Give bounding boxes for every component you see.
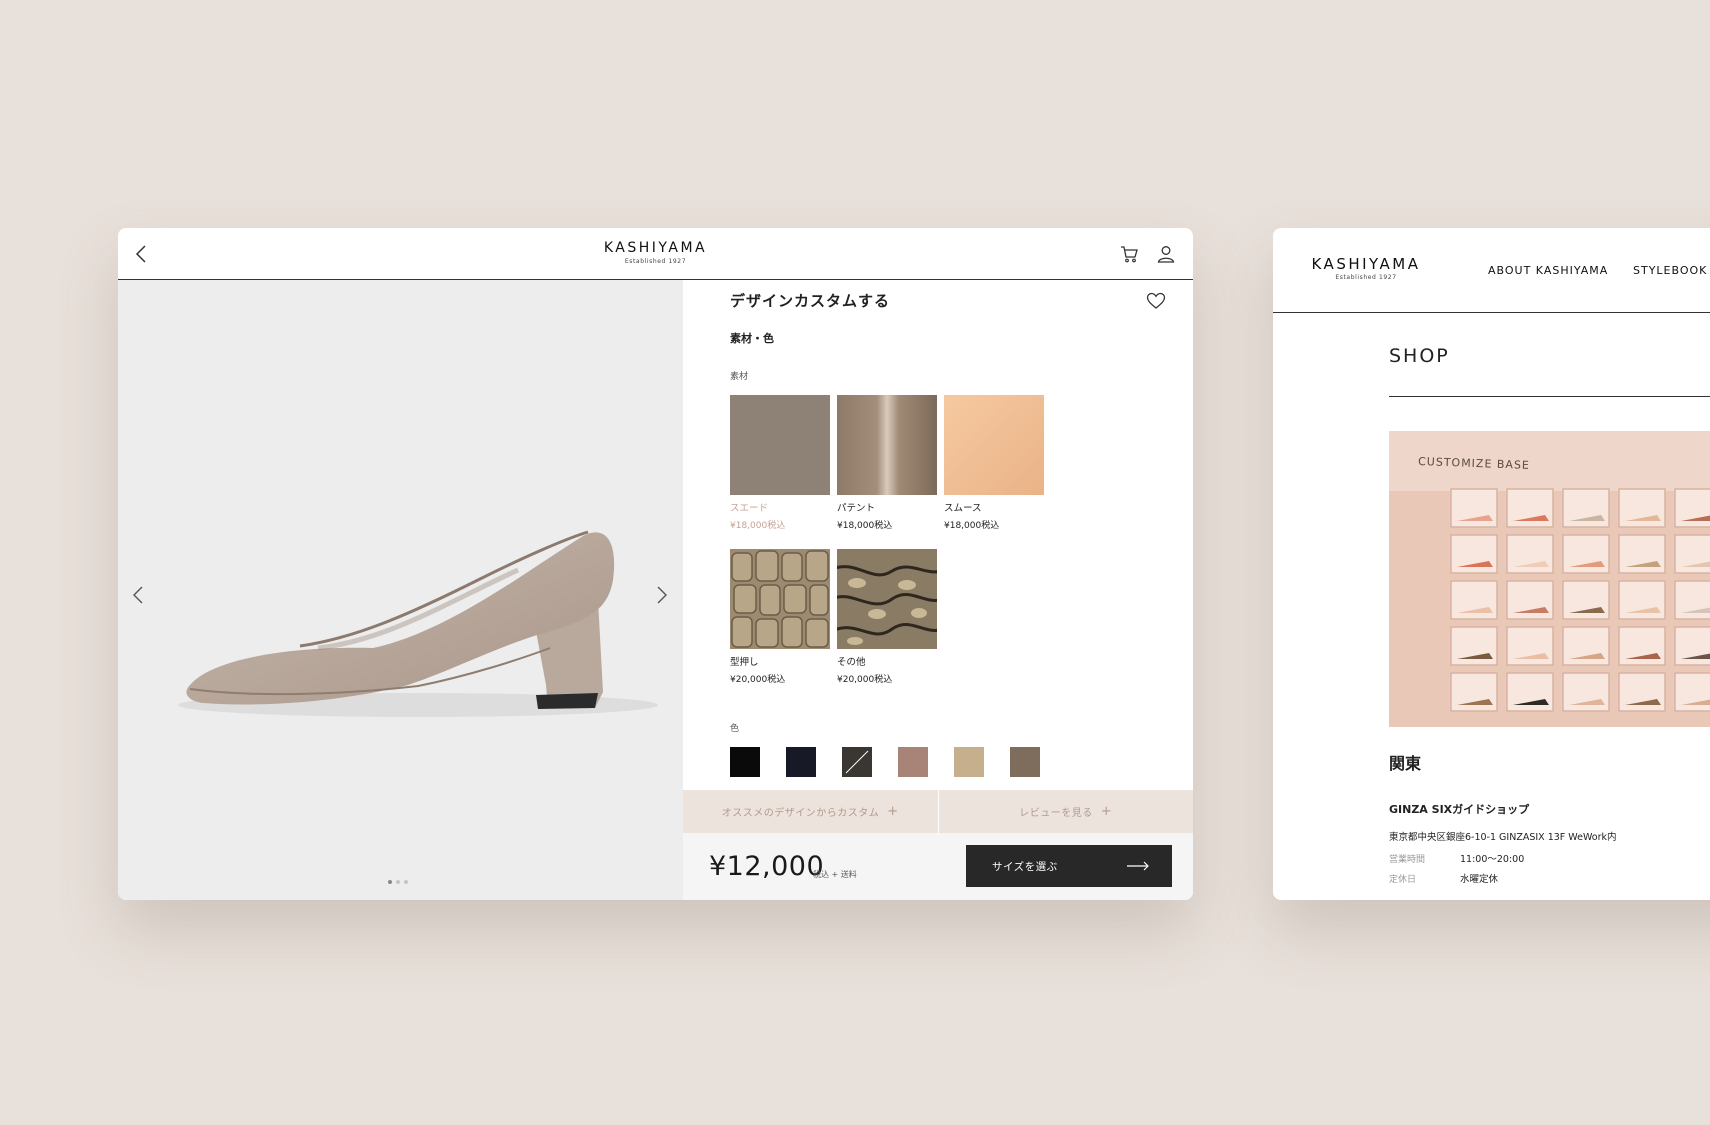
- logo-tagline: Established 1927: [624, 258, 687, 265]
- tab-label: オススメのデザインからカスタム: [721, 808, 880, 819]
- action-tabs: オススメのデザインからカスタム + レビューを見る +: [683, 790, 1193, 833]
- shop-title: SHOP: [1389, 345, 1450, 367]
- shop-header: KASHIYAMA Established 1927 ABOUT KASHIYA…: [1273, 228, 1710, 313]
- patent-swatch: [837, 395, 937, 495]
- next-image-arrow[interactable]: [652, 580, 672, 610]
- logo-tagline: Established 1927: [1335, 274, 1397, 281]
- materials-label: 素材: [730, 372, 749, 382]
- nav-about[interactable]: ABOUT KASHIYAMA: [1488, 264, 1608, 277]
- material-price: ¥18,000税込: [944, 521, 1000, 531]
- divider: [1389, 396, 1710, 397]
- section-title: 素材・色: [730, 332, 774, 345]
- material-option-suede[interactable]: スエード ¥18,000税込: [730, 395, 830, 532]
- tab-label: レビューを見る: [1019, 808, 1093, 819]
- heart-icon[interactable]: [1145, 290, 1167, 312]
- user-icon[interactable]: [1155, 243, 1177, 265]
- smooth-swatch: [944, 395, 1044, 495]
- tab-reviews[interactable]: レビューを見る +: [937, 790, 1194, 833]
- hours-label: 営業時間: [1389, 855, 1426, 865]
- closed-value: 水曜定休: [1460, 874, 1499, 885]
- material-name: スエード: [730, 503, 769, 514]
- material-name: スムース: [944, 503, 982, 514]
- arrow-right-icon: [1127, 861, 1149, 871]
- material-price: ¥20,000税込: [837, 675, 893, 685]
- material-name: その他: [837, 657, 866, 668]
- color-swatch-dark-brown[interactable]: [842, 747, 872, 777]
- product-image-gallery[interactable]: [118, 280, 683, 900]
- color-swatch-taupe[interactable]: [1010, 747, 1040, 777]
- material-option-embossed[interactable]: 型押し ¥20,000税込: [730, 549, 830, 686]
- prev-image-arrow[interactable]: [128, 580, 148, 610]
- price: ¥12,000: [709, 851, 825, 882]
- price-note: 税込 + 送料: [813, 870, 857, 879]
- color-swatch-beige[interactable]: [954, 747, 984, 777]
- hours-value: 11:00〜20:00: [1460, 854, 1525, 865]
- pagination-dot[interactable]: [396, 880, 400, 884]
- shop-page-window: KASHIYAMA Established 1927 ABOUT KASHIYA…: [1273, 228, 1710, 900]
- cart-icon[interactable]: [1118, 243, 1140, 265]
- python-swatch: [837, 549, 937, 649]
- color-swatch-navy[interactable]: [786, 747, 816, 777]
- region-heading: 関東: [1389, 754, 1422, 773]
- logo-name: KASHIYAMA: [603, 240, 708, 256]
- pagination-dot[interactable]: [404, 880, 408, 884]
- store-address: 東京都中央区銀座6-10-1 GINZASIX 13F WeWork内: [1389, 832, 1617, 843]
- material-price: ¥18,000税込: [730, 521, 786, 531]
- store-interior-image: CUSTOMIZE BASE: [1389, 431, 1710, 727]
- shop-photo: CUSTOMIZE BASE: [1389, 431, 1710, 727]
- logo[interactable]: KASHIYAMA Established 1927: [118, 239, 1193, 266]
- plus-icon: +: [1100, 804, 1113, 819]
- nav-stylebook[interactable]: STYLEBOOK: [1633, 264, 1707, 277]
- material-option-other[interactable]: その他 ¥20,000税込: [837, 549, 937, 686]
- material-price: ¥20,000税込: [730, 675, 786, 685]
- material-price: ¥18,000税込: [837, 521, 893, 531]
- purchase-bar: ¥12,000 税込 + 送料 サイズを選ぶ: [683, 833, 1193, 900]
- header: KASHIYAMA Established 1927: [118, 228, 1193, 280]
- product-customize-window: KASHIYAMA Established 1927 デザインカスタムする 素材…: [118, 228, 1193, 900]
- store-name[interactable]: GINZA SIXガイドショップ: [1389, 801, 1529, 817]
- shop-logo[interactable]: KASHIYAMA Established 1927: [1305, 255, 1427, 282]
- tab-recommended-designs[interactable]: オススメのデザインからカスタム +: [683, 790, 938, 833]
- plus-icon: +: [887, 804, 899, 819]
- pagination-dot[interactable]: [388, 880, 392, 884]
- embossed-swatch: [730, 549, 830, 649]
- suede-swatch: [730, 395, 830, 495]
- select-size-button[interactable]: サイズを選ぶ: [966, 845, 1172, 887]
- material-option-patent[interactable]: パテント ¥18,000税込: [837, 395, 937, 532]
- shoe-image: [178, 530, 658, 717]
- material-name: パテント: [837, 503, 876, 514]
- gallery-pagination: [388, 880, 408, 884]
- select-size-label: サイズを選ぶ: [992, 861, 1058, 873]
- closed-label: 定休日: [1389, 875, 1417, 885]
- colors-label: 色: [730, 724, 740, 734]
- material-name: 型押し: [730, 657, 759, 668]
- customize-panel: デザインカスタムする 素材・色 素材 スエード ¥18,000税込 パテント ¥…: [683, 280, 1193, 900]
- color-swatch-rose[interactable]: [898, 747, 928, 777]
- color-swatch-black[interactable]: [730, 747, 760, 777]
- material-option-smooth[interactable]: スムース ¥18,000税込: [944, 395, 1044, 532]
- logo-name: KASHIYAMA: [1311, 255, 1421, 273]
- page-title: デザインカスタムする: [730, 292, 891, 310]
